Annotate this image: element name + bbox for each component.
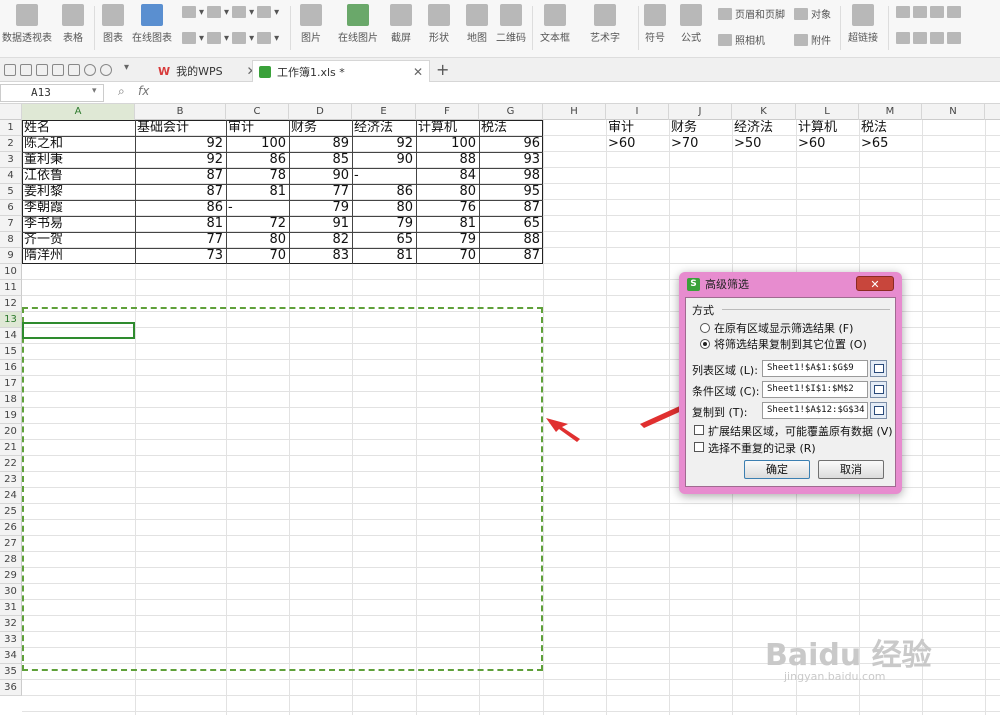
dialog-body: 方式 在原有区域显示筛选结果 (F) 将筛选结果复制到其它位置 (O) 列表区域… <box>685 297 896 487</box>
red-arrow-icon <box>546 418 580 442</box>
watermark-url: jingyan.baidu.com <box>784 670 886 683</box>
dialog-title: 高级筛选 <box>705 278 749 291</box>
advanced-filter-dialog: S 高级筛选 ✕ 方式 在原有区域显示筛选结果 (F) 将筛选结果复制到其它位置… <box>679 272 902 494</box>
unique-records-label: 选择不重复的记录 (R) <box>708 442 816 455</box>
wps-s-logo-icon: S <box>687 277 700 291</box>
copy-to-label: 复制到 (T): <box>692 406 748 419</box>
option-copy-to-location-label: 将筛选结果复制到其它位置 (O) <box>714 338 867 351</box>
range-picker-icon[interactable] <box>870 381 887 398</box>
copy-to-field[interactable]: Sheet1!$A$12:$G$34 <box>762 402 868 419</box>
divider <box>722 309 890 310</box>
close-button[interactable]: ✕ <box>856 276 894 291</box>
criteria-range-label: 条件区域 (C): <box>692 385 760 398</box>
criteria-range-field[interactable]: Sheet1!$I$1:$M$2 <box>762 381 868 398</box>
range-picker-icon[interactable] <box>870 402 887 419</box>
baidu-watermark: Baidu 经验 <box>765 638 932 673</box>
expand-results-checkbox[interactable] <box>694 425 704 435</box>
list-range-label: 列表区域 (L): <box>692 364 758 377</box>
range-picker-icon[interactable] <box>870 360 887 377</box>
list-range-field[interactable]: Sheet1!$A$1:$G$9 <box>762 360 868 377</box>
unique-records-checkbox[interactable] <box>694 442 704 452</box>
radio-copy-to-location[interactable] <box>700 339 710 349</box>
cancel-button[interactable]: 取消 <box>818 460 884 479</box>
ok-button[interactable]: 确定 <box>744 460 810 479</box>
option-filter-in-place-label: 在原有区域显示筛选结果 (F) <box>714 322 854 335</box>
expand-results-label: 扩展结果区域，可能覆盖原有数据 (V) <box>708 425 893 438</box>
method-label: 方式 <box>692 304 714 317</box>
radio-filter-in-place[interactable] <box>700 323 710 333</box>
